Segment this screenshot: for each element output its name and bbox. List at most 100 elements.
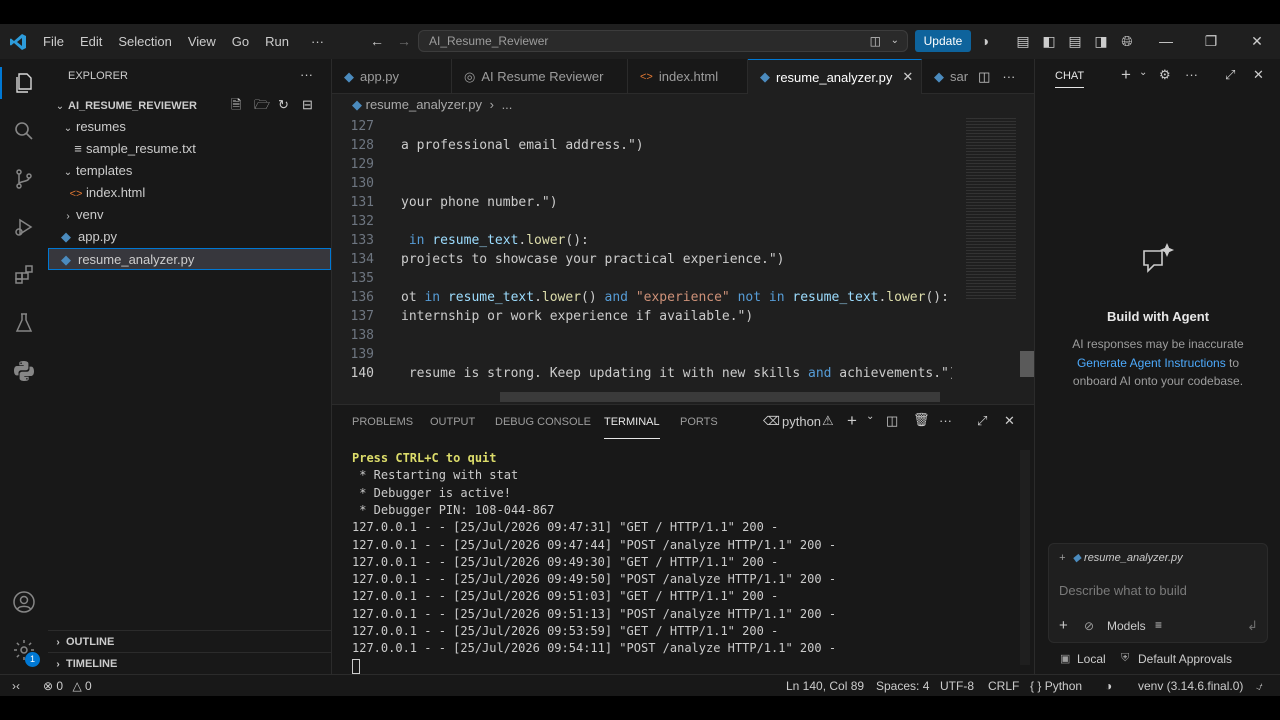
customize-layout-icon[interactable]: ▤ — [1012, 30, 1034, 52]
forward-arrow-icon[interactable]: → — [393, 30, 415, 52]
horizontal-scrollbar-thumb[interactable] — [500, 392, 940, 402]
maximize-panel-icon[interactable]: ⤢ — [977, 413, 987, 429]
settings-gear-icon[interactable]: ⚙ — [1159, 67, 1171, 83]
add-icon[interactable]: + — [1059, 617, 1068, 634]
more-actions-icon[interactable]: ··· — [1185, 67, 1198, 82]
vertical-scrollbar-thumb[interactable] — [1020, 351, 1034, 377]
python-env[interactable]: venv (3.14.6.final.0) — [1138, 675, 1243, 697]
outline-section[interactable]: › OUTLINE — [48, 630, 331, 652]
explorer-icon[interactable] — [10, 69, 38, 97]
line-ending[interactable]: CRLF — [988, 675, 1019, 697]
terminal-scrollbar[interactable] — [1020, 450, 1030, 665]
encoding[interactable]: UTF-8 — [940, 675, 974, 697]
maximize-icon[interactable]: ⤢ — [1225, 67, 1235, 83]
models-picker[interactable]: Models — [1107, 619, 1146, 633]
extensions-icon[interactable] — [10, 261, 38, 289]
timeline-section[interactable]: › TIMELINE — [48, 652, 331, 674]
configure-tools-icon[interactable]: ≡ — [1155, 618, 1162, 632]
back-arrow-icon[interactable]: ← — [366, 30, 388, 52]
menu-file[interactable]: File — [35, 24, 72, 59]
chevron-down-icon[interactable]: ⌄ — [891, 31, 899, 51]
copilot-icon[interactable]: ◑ — [974, 30, 996, 52]
terminal-name[interactable]: python — [782, 414, 821, 429]
toggle-panel-icon[interactable]: ▤ — [1064, 30, 1086, 52]
language-mode[interactable]: { } Python — [1030, 675, 1082, 697]
new-chat-icon[interactable]: + — [1121, 65, 1131, 85]
terminal-output[interactable]: Press CTRL+C to quit * Restarting with s… — [332, 450, 1022, 675]
source-control-icon[interactable] — [10, 165, 38, 193]
menu-selection[interactable]: Selection — [110, 24, 179, 59]
menu-view[interactable]: View — [180, 24, 224, 59]
problems-indicator[interactable]: ⊗ 0 △ 0 — [43, 675, 92, 697]
cursor-position[interactable]: Ln 140, Col 89 — [786, 675, 864, 697]
code-editor[interactable]: 127 128 a professional email address.") 129… — [332, 116, 952, 404]
chat-input[interactable]: Describe what to build — [1059, 583, 1187, 598]
workspace-root[interactable]: ⌄ AI_RESUME_REVIEWER 🗎︎ 🗁︎ ↻ ⊟ — [48, 94, 331, 116]
approvals-label[interactable]: Default Approvals — [1138, 652, 1232, 666]
chevron-down-icon[interactable]: ⌄ — [866, 411, 874, 422]
tools-icon[interactable]: ⊘ — [1084, 619, 1094, 633]
tab-index-html[interactable]: <> index.html — [628, 59, 748, 94]
refresh-icon[interactable]: ↻ — [278, 94, 289, 116]
copilot-status-icon[interactable]: ◑ — [1105, 675, 1112, 697]
tab-sample[interactable]: ◆ sar ◫ ··· — [922, 59, 1034, 94]
chevron-down-icon[interactable]: ⌄ — [1139, 67, 1147, 78]
minimap[interactable] — [966, 116, 1026, 306]
split-editor-icon[interactable]: ◫ — [978, 69, 990, 85]
close-chat-icon[interactable]: ✕ — [1253, 67, 1264, 83]
tree-item-sample-resume[interactable]: ≡ sample_resume.txt — [48, 138, 331, 160]
toggle-sidebar-icon[interactable]: ◧ — [1038, 30, 1060, 52]
split-terminal-icon[interactable]: ◫ — [886, 413, 898, 429]
local-label[interactable]: Local — [1077, 652, 1106, 666]
run-debug-icon[interactable] — [10, 213, 38, 241]
chat-toggle-icon[interactable]: ◫ — [870, 31, 881, 51]
tree-item-venv[interactable]: › venv — [48, 204, 331, 226]
tab-ports[interactable]: PORTS — [680, 405, 718, 440]
context-attachment[interactable]: + ◆ resume_analyzer.py — [1059, 551, 1183, 564]
search-icon[interactable] — [10, 117, 38, 145]
indentation[interactable]: Spaces: 4 — [876, 675, 929, 697]
trash-icon[interactable]: 🗑︎ — [913, 412, 930, 428]
tree-item-index-html[interactable]: <> index.html — [48, 182, 331, 204]
command-center-search[interactable]: AI_Resume_Reviewer ◫ ⌄ — [418, 30, 908, 52]
new-terminal-icon[interactable]: + — [847, 411, 857, 431]
send-icon[interactable]: ↲ — [1247, 618, 1258, 634]
agent-instructions-link[interactable]: Generate Agent Instructions — [1077, 356, 1226, 370]
menu-edit[interactable]: Edit — [72, 24, 110, 59]
globe-icon[interactable]: 🌐︎ — [1116, 30, 1138, 52]
more-actions-icon[interactable]: ··· — [300, 67, 313, 82]
tab-output[interactable]: OUTPUT — [430, 405, 475, 440]
toggle-secondary-sidebar-icon[interactable]: ◨ — [1090, 30, 1112, 52]
tab-terminal[interactable]: TERMINAL — [604, 407, 660, 439]
tab-debug-console[interactable]: DEBUG CONSOLE — [495, 405, 591, 440]
tree-item-resume-analyzer[interactable]: ◆ resume_analyzer.py — [48, 248, 331, 270]
tab-problems[interactable]: PROBLEMS — [352, 405, 413, 440]
accounts-icon[interactable] — [10, 588, 38, 616]
more-actions-icon[interactable]: ··· — [939, 413, 952, 428]
restore-icon[interactable]: ❐ — [1200, 30, 1222, 52]
menu-more[interactable]: ··· — [303, 24, 332, 59]
tree-item-templates[interactable]: ⌄ templates — [48, 160, 331, 182]
testing-flask-icon[interactable] — [10, 309, 38, 337]
close-tab-icon[interactable]: ✕ — [902, 69, 913, 85]
chat-input-box[interactable]: + ◆ resume_analyzer.py Describe what to … — [1048, 543, 1268, 643]
minimize-icon[interactable]: — — [1155, 30, 1177, 52]
remote-icon[interactable]: ›‹ — [12, 675, 20, 697]
update-button[interactable]: Update — [915, 30, 971, 52]
tab-resume-analyzer[interactable]: ◆ resume_analyzer.py ✕ — [748, 59, 922, 94]
close-window-icon[interactable]: ✕ — [1246, 30, 1268, 52]
python-icon[interactable] — [10, 357, 38, 385]
notifications-bell-icon[interactable]: ⍻ — [1256, 675, 1263, 697]
new-file-icon[interactable]: 🗎︎ — [231, 94, 241, 116]
more-actions-icon[interactable]: ··· — [1002, 69, 1015, 84]
new-folder-icon[interactable]: 🗁︎ — [254, 94, 270, 116]
collapse-all-icon[interactable]: ⊟ — [302, 94, 313, 116]
tree-item-app-py[interactable]: ◆ app.py — [48, 226, 331, 248]
tab-ai-resume-reviewer[interactable]: ◎ AI Resume Reviewer — [452, 59, 628, 94]
breadcrumb-file[interactable]: resume_analyzer.py — [366, 97, 482, 112]
menu-run[interactable]: Run — [257, 24, 297, 59]
tree-item-resumes[interactable]: ⌄ resumes — [48, 116, 331, 138]
close-panel-icon[interactable]: ✕ — [1004, 413, 1015, 429]
breadcrumb-more[interactable]: ... — [502, 97, 513, 112]
menu-go[interactable]: Go — [224, 24, 257, 59]
